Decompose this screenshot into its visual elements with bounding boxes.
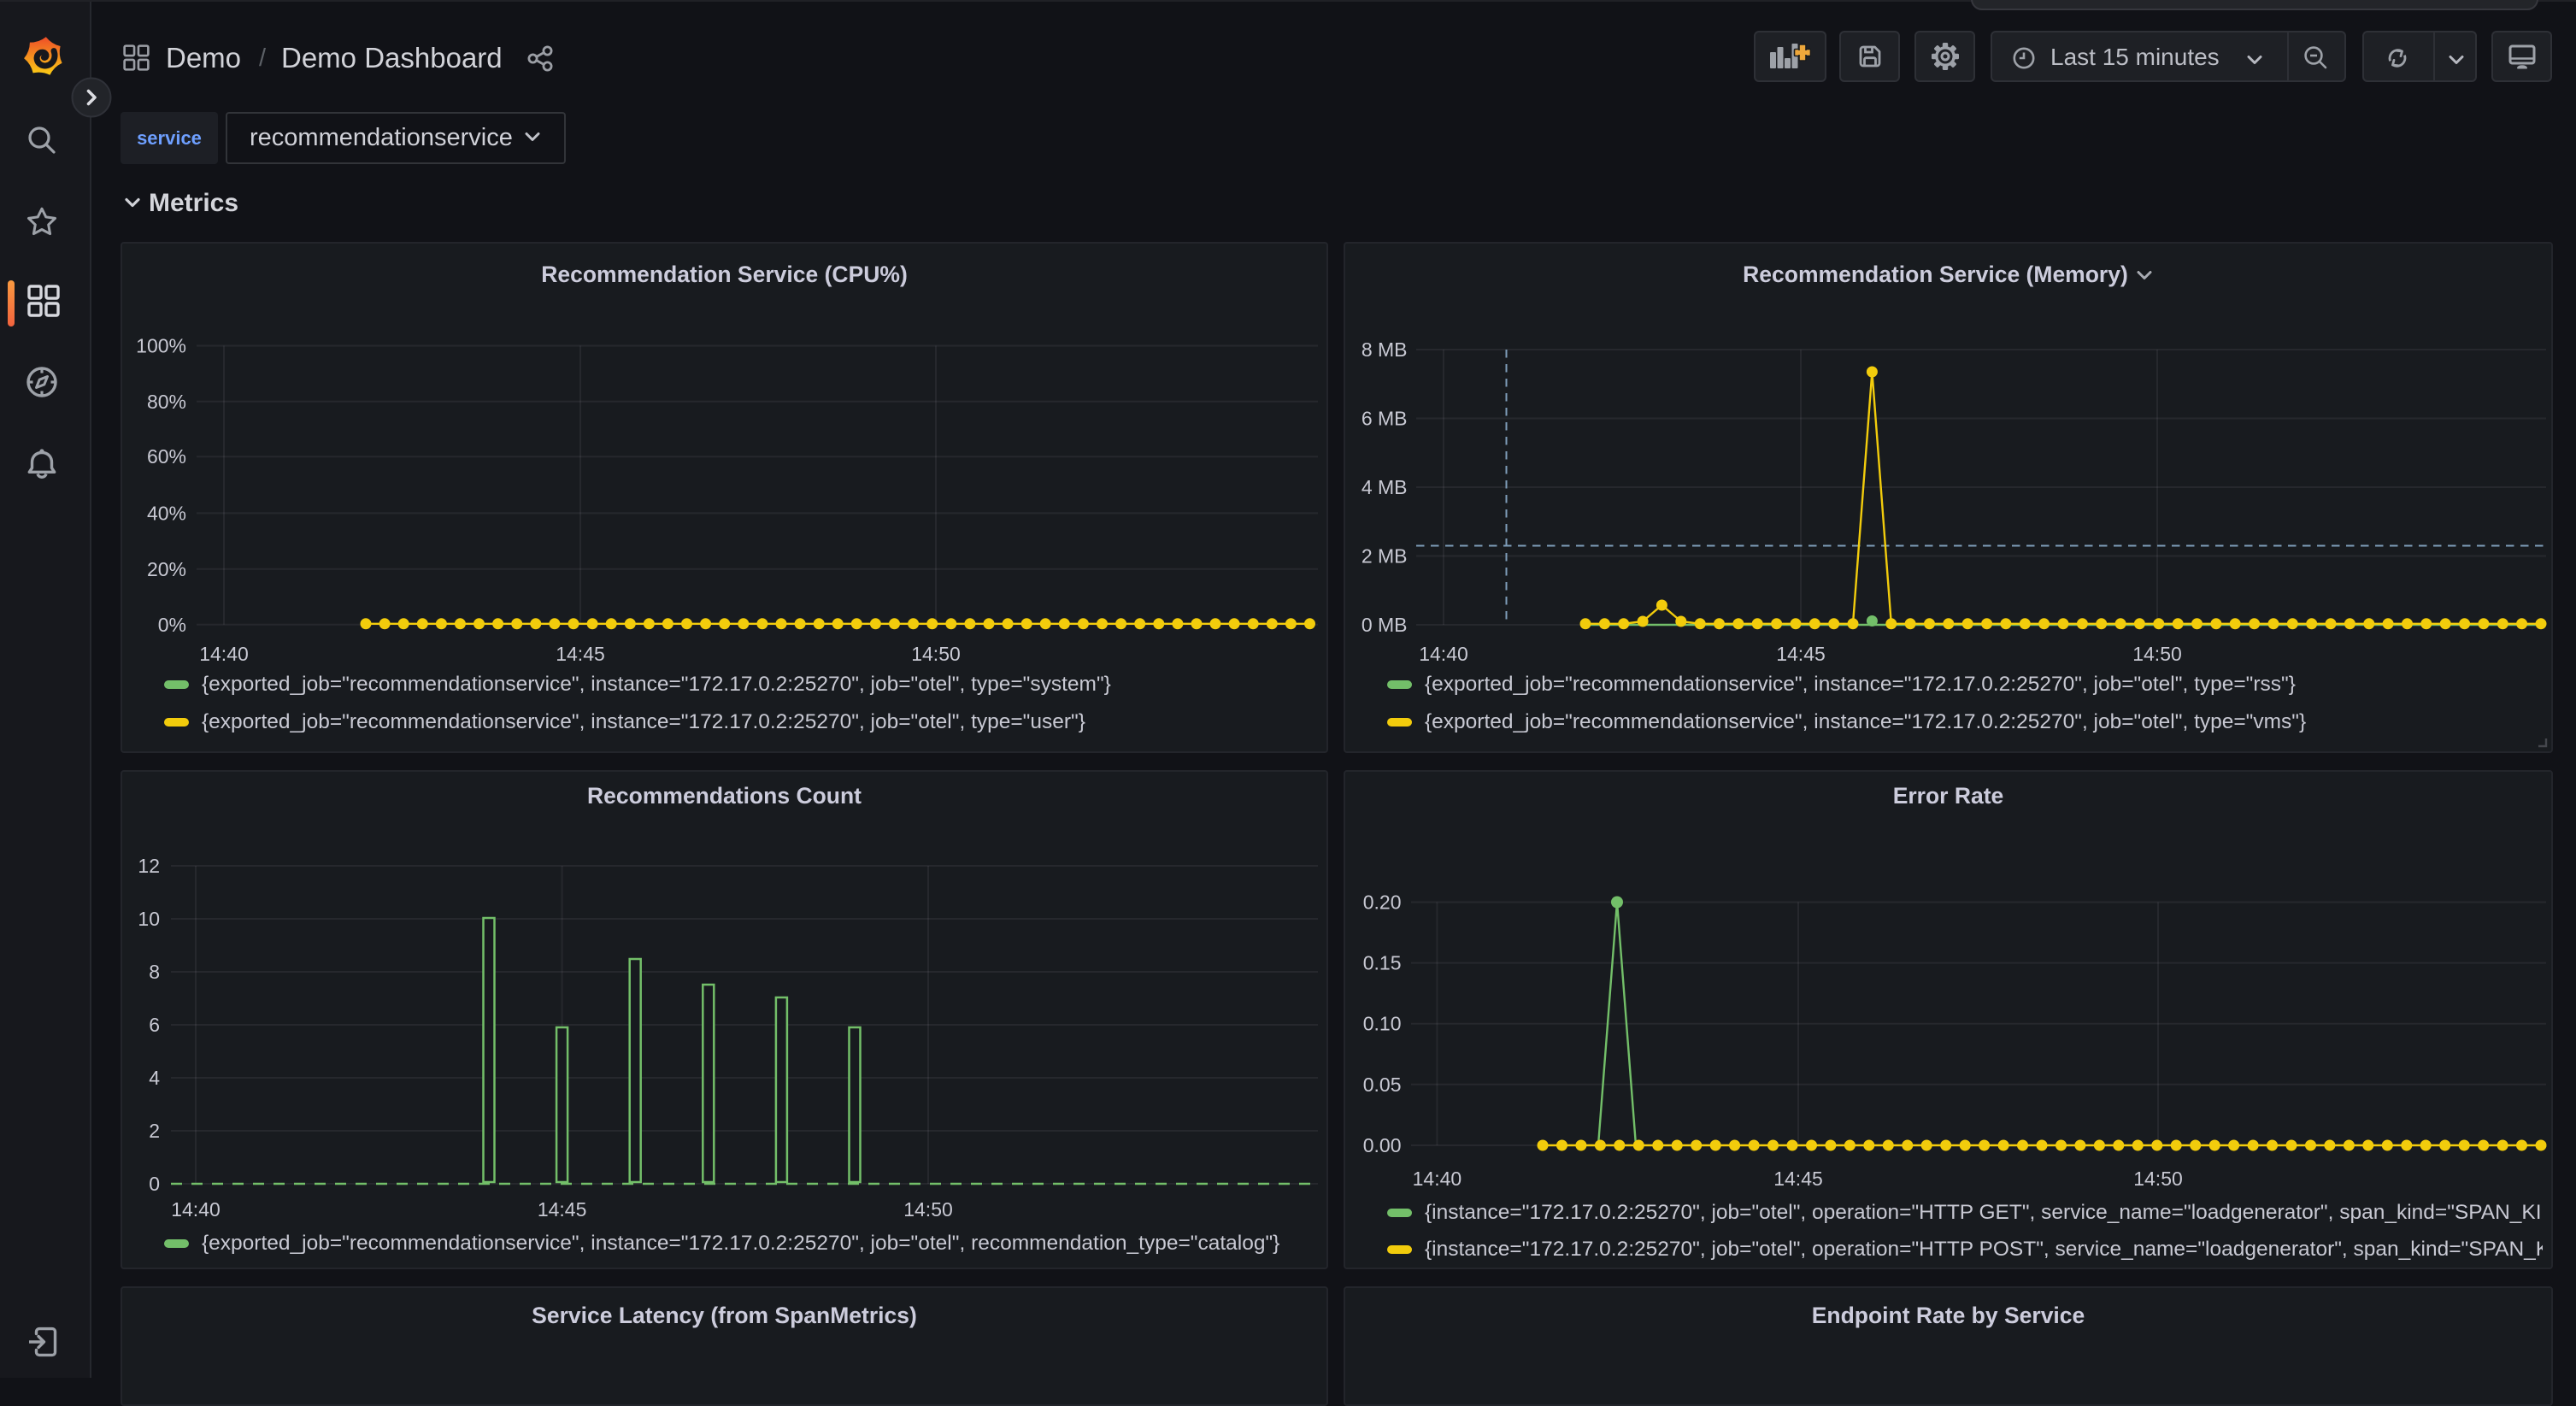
- svg-text:14:45: 14:45: [1773, 1168, 1823, 1190]
- svg-text:14:40: 14:40: [199, 643, 249, 665]
- svg-text:0.20: 0.20: [1363, 891, 1402, 914]
- svg-text:14:50: 14:50: [2133, 1168, 2183, 1190]
- svg-text:2 MB: 2 MB: [1362, 545, 1408, 568]
- svg-text:14:40: 14:40: [1413, 1168, 1462, 1190]
- svg-text:4 MB: 4 MB: [1362, 476, 1408, 498]
- svg-text:6 MB: 6 MB: [1362, 408, 1408, 430]
- svg-text:0 MB: 0 MB: [1362, 614, 1408, 636]
- svg-text:14:40: 14:40: [1419, 643, 1468, 665]
- svg-text:0.05: 0.05: [1363, 1074, 1402, 1096]
- svg-text:0.10: 0.10: [1363, 1013, 1402, 1035]
- svg-text:6: 6: [149, 1014, 160, 1036]
- svg-text:80%: 80%: [147, 391, 186, 413]
- svg-text:60%: 60%: [147, 445, 186, 468]
- svg-text:10: 10: [138, 908, 160, 930]
- svg-text:14:45: 14:45: [538, 1198, 587, 1221]
- svg-text:0.15: 0.15: [1363, 952, 1402, 974]
- svg-text:0: 0: [149, 1173, 160, 1195]
- svg-text:4: 4: [149, 1067, 160, 1089]
- svg-text:0%: 0%: [158, 614, 186, 636]
- svg-text:0.00: 0.00: [1363, 1134, 1402, 1156]
- svg-text:2: 2: [149, 1120, 160, 1142]
- svg-text:8: 8: [149, 961, 160, 983]
- svg-text:12: 12: [138, 855, 160, 877]
- svg-text:14:45: 14:45: [556, 643, 605, 665]
- svg-text:100%: 100%: [136, 335, 186, 357]
- svg-text:14:50: 14:50: [2132, 643, 2182, 665]
- svg-text:20%: 20%: [147, 558, 186, 580]
- svg-text:40%: 40%: [147, 502, 186, 524]
- svg-text:8 MB: 8 MB: [1362, 338, 1408, 361]
- svg-text:14:50: 14:50: [903, 1198, 953, 1221]
- svg-text:14:50: 14:50: [911, 643, 961, 665]
- svg-text:14:40: 14:40: [171, 1198, 221, 1221]
- svg-text:14:45: 14:45: [1776, 643, 1826, 665]
